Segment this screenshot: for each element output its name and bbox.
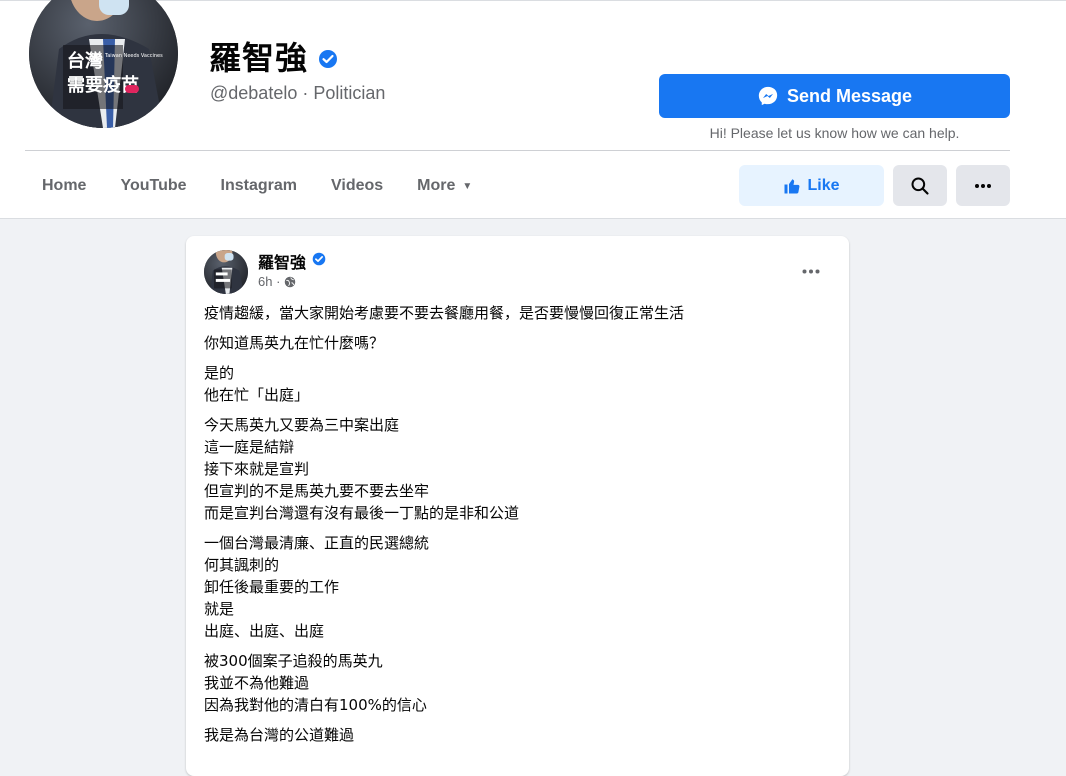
tab-home[interactable]: Home — [25, 164, 103, 208]
ellipsis-icon — [802, 269, 820, 273]
post-line: 接下來就是宣判 — [204, 460, 310, 478]
post-options-button[interactable] — [791, 256, 831, 286]
post-line: 就是 — [204, 600, 235, 618]
search-icon — [911, 177, 929, 195]
post-timestamp[interactable]: 6h · — [258, 274, 280, 289]
send-message-helper-text: Hi! Please let us know how we can help. — [709, 125, 960, 141]
post-line: 我並不為他難過 — [204, 674, 310, 692]
thumbs-up-icon — [784, 178, 800, 193]
globe-icon — [285, 276, 296, 287]
post-paragraph: 你知道馬英九在忙什麼嗎？ — [204, 332, 834, 354]
post-paragraph: 是的 他在忙「出庭」 — [204, 362, 834, 406]
post-meta: 6h · — [258, 274, 296, 289]
post-paragraph: 我是為台灣的公道難過 — [204, 724, 834, 746]
page-header: 台灣 Taiwan Needs Vaccines 需要疫苗 羅智強 @debat… — [0, 0, 1066, 219]
send-message-label: Send Message — [786, 85, 913, 106]
like-page-button[interactable]: Like — [739, 165, 884, 206]
post-card: 羅智強 6h · 疫情趨緩，當大家開始考慮要不要去餐廳用餐，是否要慢慢回復正常生… — [186, 236, 849, 776]
verified-badge-icon — [318, 38, 338, 78]
post-author[interactable]: 羅智強 — [258, 249, 326, 273]
post-line: 你知道馬英九在忙什麼嗎？ — [204, 334, 385, 352]
header-divider — [25, 150, 1010, 151]
post-line: 被300個案子追殺的馬英九 — [204, 652, 383, 670]
post-line: 但宣判的不是馬英九要不要去坐牢 — [204, 482, 430, 500]
tab-more-label: More — [417, 177, 456, 194]
tab-instagram[interactable]: Instagram — [204, 164, 314, 208]
avatar-text-top: 台灣 — [67, 50, 103, 72]
caret-down-icon: ▼ — [462, 180, 473, 192]
messenger-icon — [758, 86, 778, 106]
page-handle-category: @debatelo · Politician — [210, 83, 386, 103]
post-text: 疫情趨緩，當大家開始考慮要不要去餐廳用餐，是否要慢慢回復正常生活 你知道馬英九在忙… — [204, 302, 834, 754]
tab-youtube-label: YouTube — [120, 177, 187, 194]
verified-badge-icon — [312, 252, 326, 271]
post-author-name: 羅智強 — [258, 255, 307, 272]
post-line: 出庭、出庭、出庭 — [204, 622, 325, 640]
post-line: 今天馬英九又要為三中案出庭 — [204, 416, 400, 434]
post-line: 他在忙「出庭」 — [204, 386, 310, 404]
post-line: 一個台灣最清廉、正直的民選總統 — [204, 534, 430, 552]
post-line: 因為我對他的清白有100%的信心 — [204, 696, 427, 714]
tab-videos[interactable]: Videos — [314, 164, 400, 208]
tab-instagram-label: Instagram — [220, 177, 297, 194]
post-author-avatar[interactable] — [204, 250, 248, 294]
search-page-button[interactable] — [893, 165, 947, 206]
post-paragraph: 疫情趨緩，當大家開始考慮要不要去餐廳用餐，是否要慢慢回復正常生活 — [204, 302, 834, 324]
ellipsis-icon — [975, 183, 991, 188]
avatar-text-sub: Taiwan Needs Vaccines — [104, 53, 163, 59]
profile-avatar[interactable]: 台灣 Taiwan Needs Vaccines 需要疫苗 — [29, 0, 178, 128]
post-line: 是的 — [204, 364, 235, 382]
post-line: 疫情趨緩，當大家開始考慮要不要去餐廳用餐，是否要慢慢回復正常生活 — [204, 304, 685, 322]
send-message-button[interactable]: Send Message — [659, 74, 1010, 118]
post-line: 而是宣判台灣還有沒有最後一丁點的是非和公道 — [204, 504, 520, 522]
post-paragraph: 被300個案子追殺的馬英九 我並不為他難過因為我對他的清白有100%的信心 — [204, 650, 834, 716]
post-line: 這一庭是結辯 — [204, 438, 295, 456]
page-title: 羅智強 — [209, 38, 338, 78]
more-options-button[interactable] — [956, 165, 1010, 206]
post-paragraph: 一個台灣最清廉、正直的民選總統 何其諷刺的卸任後最重要的工作 就是出庭、出庭、出庭 — [204, 532, 834, 642]
post-line: 何其諷刺的 — [204, 556, 280, 574]
tab-more[interactable]: More ▼ — [400, 164, 489, 208]
tab-home-label: Home — [42, 177, 87, 194]
post-paragraph: 今天馬英九又要為三中案出庭 這一庭是結辯 接下來就是宣判但宣判的不是馬英九要不要去坐… — [204, 414, 834, 524]
page-title-text: 羅智強 — [209, 40, 309, 76]
tab-videos-label: Videos — [330, 177, 384, 194]
page-tabs-nav: Home YouTube Instagram Videos More ▼ — [25, 164, 489, 208]
tab-youtube[interactable]: YouTube — [103, 164, 203, 208]
post-line: 卸任後最重要的工作 — [204, 578, 340, 596]
post-line: 我是為台灣的公道難過 — [204, 726, 355, 744]
like-label: Like — [807, 176, 840, 194]
